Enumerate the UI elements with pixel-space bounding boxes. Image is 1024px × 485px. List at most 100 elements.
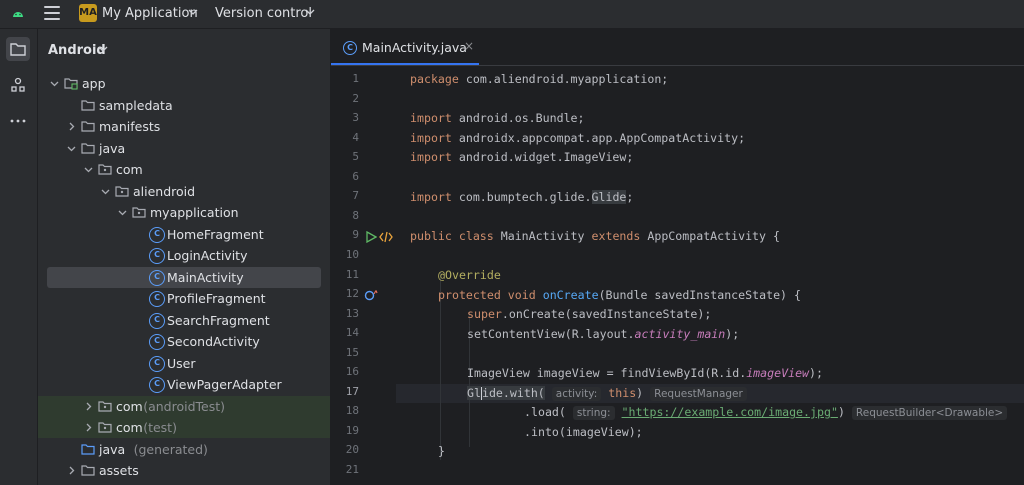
tree-item-label: User	[167, 355, 196, 371]
tree-item[interactable]: assets	[38, 460, 330, 481]
code-line-16: ImageView imageView = findViewById(R.id.…	[467, 366, 823, 380]
line-number: 9	[352, 228, 359, 242]
run-icon[interactable]	[365, 231, 377, 243]
line-number: 19	[345, 423, 359, 437]
package-icon	[132, 207, 146, 218]
line-number: 1	[352, 72, 359, 85]
xml-tag-icon[interactable]	[379, 231, 393, 243]
class-icon: C	[149, 312, 165, 329]
chevron-down-icon[interactable]	[50, 79, 59, 88]
chevron-right-icon[interactable]	[84, 402, 93, 411]
structure-icon	[11, 77, 25, 92]
code-editor[interactable]: package com.aliendroid.myapplication; im…	[396, 66, 1024, 485]
main-menu-icon[interactable]	[44, 6, 60, 20]
chevron-right-icon[interactable]	[67, 466, 76, 475]
chevron-right-icon[interactable]	[67, 122, 76, 131]
line-number-gutter[interactable]: 1 2 3 4 5 6 7 8 9 10 11 12 13 14 15 16 17 18 19 20 21	[331, 66, 427, 485]
line-number: 11	[345, 267, 359, 281]
tree-item-label: ViewPagerAdapter	[167, 377, 282, 392]
tree-item-suffix: (test)	[143, 420, 177, 435]
code-line-18: .load( string: "https://example.com/imag…	[524, 405, 1008, 420]
line-number: 20	[345, 443, 359, 457]
tree-item-label: sampledata	[99, 97, 173, 113]
class-icon: C	[149, 248, 165, 264]
editor-tabs: C MainActivity.java ×	[331, 29, 1024, 66]
line-number: 14	[345, 326, 359, 340]
close-icon[interactable]: ×	[464, 39, 474, 53]
line-number: 17	[345, 384, 359, 398]
tree-item[interactable]: manifests	[38, 116, 330, 137]
tree-item-label: com	[116, 420, 143, 435]
package-icon	[98, 400, 112, 412]
line-number: 10	[345, 247, 359, 261]
chevron-down-icon[interactable]	[67, 144, 76, 153]
chevron-down-icon[interactable]	[98, 45, 108, 53]
line-number: 4	[352, 130, 359, 144]
chevron-down-icon[interactable]	[188, 8, 198, 16]
tree-item[interactable]: java	[38, 138, 330, 159]
chevron-down-icon[interactable]	[305, 8, 315, 16]
tree-item[interactable]: C ProfileFragment	[38, 288, 330, 309]
code-line-12: protected void onCreate(Bundle savedInst…	[438, 288, 801, 302]
package-icon	[115, 185, 129, 197]
line-number: 12	[345, 287, 359, 301]
tree-item[interactable]: C HomeFragment	[38, 224, 330, 245]
tree-item-label: java	[99, 140, 126, 156]
tree-item[interactable]: sampledata	[38, 95, 330, 116]
tree-item-label: manifests	[99, 119, 161, 134]
tree-item[interactable]: C SecondActivity	[38, 331, 330, 352]
structure-tool-button[interactable]	[6, 73, 30, 97]
chevron-down-icon[interactable]	[118, 208, 127, 217]
project-tool-button[interactable]	[6, 37, 30, 61]
tab-mainactivity[interactable]: C MainActivity.java ×	[331, 29, 479, 65]
code-line-19: .into(imageView);	[524, 425, 643, 439]
url-link[interactable]: "https://example.com/image.jpg"	[622, 405, 838, 419]
override-icon[interactable]	[364, 289, 378, 301]
parameter-hint: string:	[572, 406, 615, 420]
class-icon: C	[149, 291, 165, 307]
code-line-4: import androidx.appcompat.app.AppCompatA…	[410, 131, 746, 145]
version-control-menu[interactable]: Version control	[215, 6, 312, 21]
folder-icon	[10, 43, 26, 56]
tree-item-suffix: (generated)	[133, 441, 208, 457]
tree-item[interactable]: C LoginActivity	[38, 245, 330, 266]
project-name[interactable]: My Application	[102, 6, 198, 21]
type-hint: RequestBuilder<Drawable>	[851, 406, 1008, 420]
tree-item-label: HomeFragment	[167, 226, 264, 242]
folder-icon	[81, 142, 95, 154]
tree-item[interactable]: C ViewPagerAdapter	[38, 374, 330, 395]
chevron-down-icon[interactable]	[84, 165, 93, 174]
code-line-7: import com.bumptech.glide.Glide;	[410, 190, 634, 204]
tree-item[interactable]: com	[38, 159, 330, 180]
code-line-11: @Override	[438, 268, 501, 282]
tree-item-label: LoginActivity	[167, 248, 248, 263]
class-icon: C	[149, 355, 165, 372]
class-icon: C	[149, 226, 165, 243]
chevron-down-icon[interactable]	[101, 187, 110, 196]
parameter-hint: activity:	[551, 387, 602, 401]
tree-item[interactable]: com (test)	[38, 417, 330, 438]
tree-item-label: com	[116, 162, 143, 177]
android-icon[interactable]	[10, 6, 26, 22]
tool-window-strip	[0, 29, 38, 485]
folder-icon	[81, 99, 95, 111]
tree-item[interactable]: app	[38, 73, 330, 94]
line-number: 5	[352, 150, 359, 164]
tree-item[interactable]: java (generated)	[38, 439, 330, 460]
line-number: 13	[345, 306, 359, 320]
chevron-right-icon[interactable]	[84, 423, 93, 432]
tree-item[interactable]: myapplication	[38, 202, 330, 223]
tree-item[interactable]: C SearchFragment	[38, 310, 330, 331]
tree-item[interactable]: C User	[38, 353, 330, 374]
line-number: 18	[345, 404, 359, 418]
code-line-5: import android.widget.ImageView;	[410, 150, 634, 164]
tree-item[interactable]: aliendroid	[38, 181, 330, 202]
tree-item[interactable]: C MainActivity	[47, 266, 321, 288]
tree-item-label: app	[82, 76, 106, 91]
tree-item[interactable]: com (androidTest)	[38, 395, 330, 417]
more-tools-button[interactable]	[6, 109, 30, 133]
project-badge[interactable]: MA	[79, 4, 97, 22]
code-line-13: super.onCreate(savedInstanceState);	[467, 307, 712, 321]
tree-item-label: aliendroid	[133, 183, 196, 199]
tab-title: MainActivity.java	[362, 40, 467, 55]
